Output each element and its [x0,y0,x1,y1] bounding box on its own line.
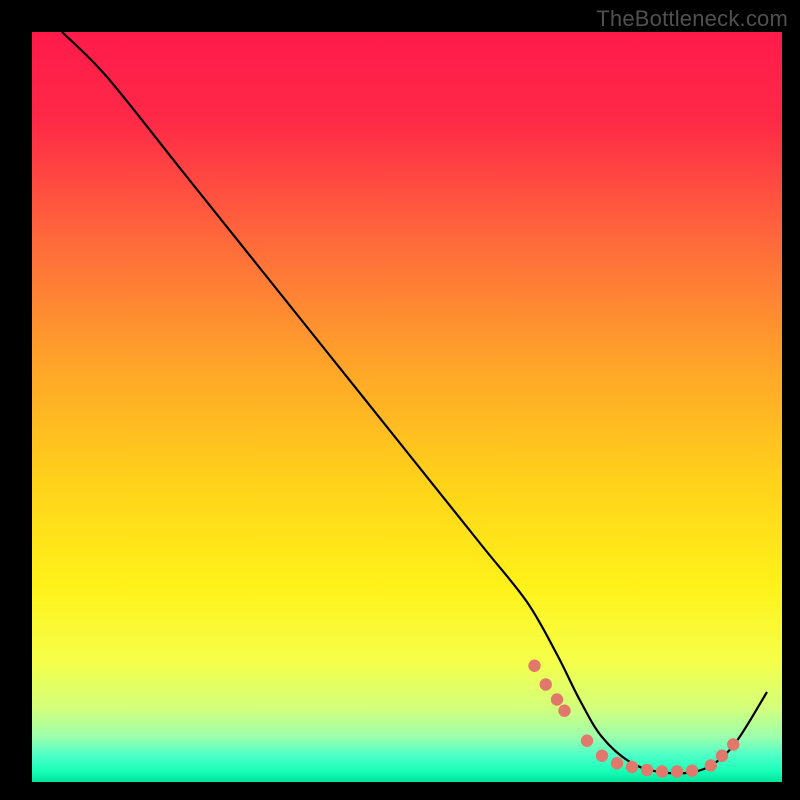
curve-marker-dot [596,750,608,762]
curve-marker-dot [656,765,668,777]
curve-marker-dot [716,750,728,762]
curve-marker-dot [705,759,717,771]
curve-marker-dot [558,705,570,717]
curve-marker-dot [671,765,683,777]
curve-marker-dot [641,764,653,776]
background-gradient [32,32,782,782]
curve-marker-dot [611,757,623,769]
watermark-text: TheBottleneck.com [596,6,788,32]
curve-marker-dot [528,660,540,672]
curve-marker-dot [551,693,563,705]
curve-marker-dot [686,765,698,777]
curve-marker-dot [581,735,593,747]
chart-container: { "watermark": "TheBottleneck.com", "cha… [0,0,800,800]
chart-plot [0,0,800,800]
curve-marker-dot [727,738,739,750]
curve-marker-dot [626,761,638,773]
curve-marker-dot [540,678,552,690]
